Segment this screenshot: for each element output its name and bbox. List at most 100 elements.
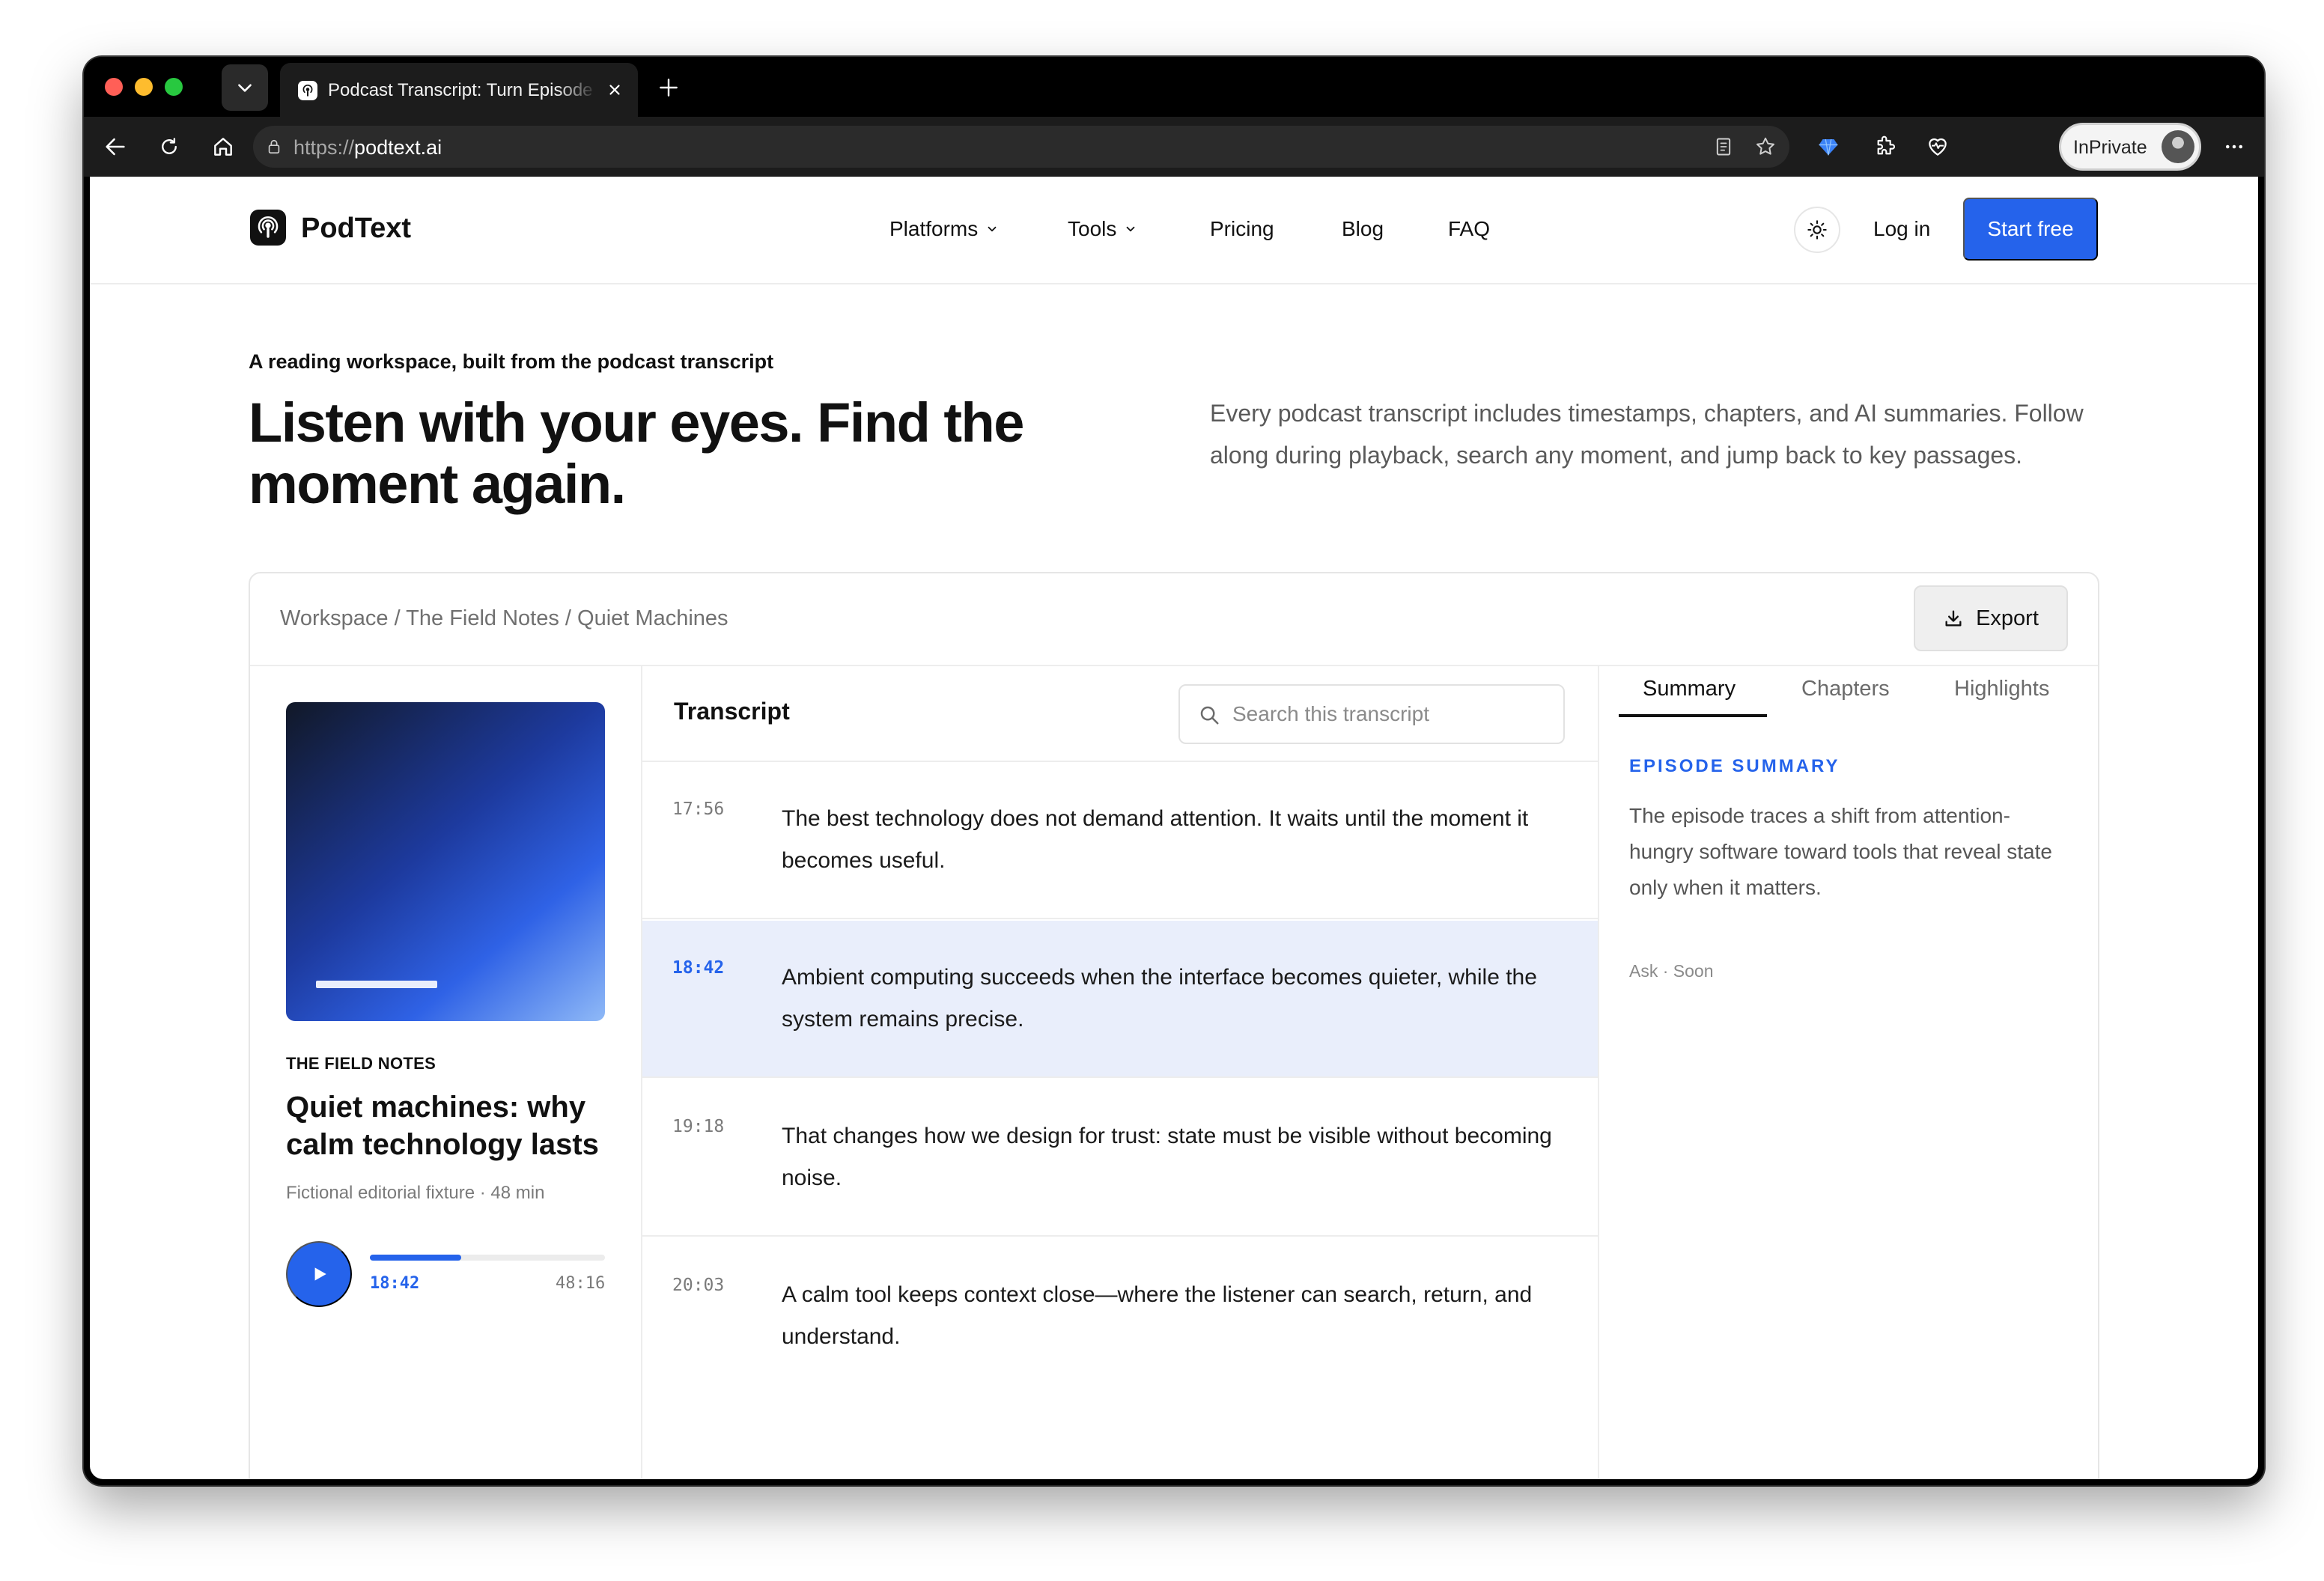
more-dots-icon — [2226, 144, 2242, 149]
favorite-button[interactable] — [1750, 132, 1780, 162]
blue-gem-icon — [1819, 138, 1838, 156]
active-tab-indicator — [1619, 714, 1767, 717]
segment-text: A calm tool keeps context close—where th… — [782, 1282, 1533, 1349]
export-button[interactable]: Export — [1914, 585, 2068, 651]
segment-timestamp[interactable]: 20:03 — [672, 1276, 724, 1295]
insights-panel: Summary Chapters Highlights EPISODE SUMM… — [1599, 666, 2101, 1479]
tab-title: Podcast Transcript: Turn Episode — [328, 80, 593, 100]
segment-timestamp[interactable]: 19:18 — [672, 1117, 724, 1136]
segment-text: That changes how we design for trust: st… — [782, 1124, 1552, 1190]
show-name: THE FIELD NOTES — [286, 1054, 436, 1073]
lock-icon[interactable] — [264, 136, 285, 157]
play-button[interactable] — [286, 1241, 352, 1307]
workspace-card: Workspace / The Field Notes / Quiet Mach… — [249, 572, 2099, 1479]
chevron-down-icon — [1126, 226, 1135, 232]
tab-list-button[interactable] — [222, 64, 268, 111]
home-button[interactable] — [208, 132, 238, 162]
browser-essentials-button[interactable] — [1923, 132, 1953, 162]
start-free-button[interactable]: Start free — [1963, 198, 2098, 261]
browser-tab-active[interactable]: Podcast Transcript: Turn Episode — [280, 63, 638, 117]
star-icon — [1756, 137, 1774, 155]
profile-avatar-icon — [2162, 130, 2194, 163]
reload-button[interactable] — [154, 132, 184, 162]
transcript-search-input[interactable] — [1232, 696, 1554, 732]
segment-timestamp[interactable]: 17:56 — [672, 799, 724, 819]
ask-soon-note: Ask · Soon — [1629, 961, 1714, 981]
back-button[interactable] — [100, 132, 130, 162]
breadcrumb[interactable]: Workspace / The Field Notes / Quiet Mach… — [280, 606, 728, 631]
heart-pulse-icon — [1929, 138, 1947, 156]
browser-titlebar: Podcast Transcript: Turn Episode — [84, 57, 2264, 117]
login-link[interactable]: Log in — [1873, 217, 1930, 241]
zoom-window-button[interactable] — [165, 78, 183, 96]
minimize-window-button[interactable] — [135, 78, 153, 96]
nav-faq[interactable]: FAQ — [1448, 217, 1490, 241]
transcript-segment[interactable]: 20:03 A calm tool keeps context close—wh… — [642, 1238, 1598, 1395]
segment-timestamp[interactable]: 18:42 — [672, 958, 724, 978]
inprivate-profile-button[interactable]: InPrivate — [2059, 123, 2201, 171]
playback-progress-bar[interactable] — [370, 1255, 605, 1261]
extensions-button[interactable] — [1870, 132, 1900, 162]
plus-icon — [660, 79, 678, 97]
page-viewport: PodText Platforms Tools Pricing Blog FAQ — [90, 177, 2258, 1479]
site-header: PodText Platforms Tools Pricing Blog FAQ — [90, 177, 2258, 284]
total-time: 48:16 — [556, 1274, 606, 1293]
chevron-down-icon — [238, 84, 252, 92]
transcript-segment[interactable]: 19:18 That changes how we design for tru… — [642, 1079, 1598, 1237]
close-tab-icon[interactable] — [603, 79, 626, 101]
search-icon — [1200, 706, 1219, 725]
url-text: https://podtext.ai — [293, 136, 442, 159]
close-window-button[interactable] — [105, 78, 123, 96]
hero-description: Every podcast transcript includes timest… — [1210, 400, 2084, 469]
home-icon — [214, 138, 232, 156]
transcript-panel: Transcript 17:56 The best technology doe… — [642, 666, 1599, 1479]
url-host: podtext.ai — [354, 136, 442, 159]
podtext-logo-icon[interactable] — [250, 210, 286, 246]
episode-cover-art — [286, 702, 605, 1021]
cover-decoration-bar — [316, 981, 437, 988]
episode-meta: Fictional editorial fixture · 48 min — [286, 1183, 545, 1203]
export-label: Export — [1976, 606, 2039, 630]
site-logo-text[interactable]: PodText — [301, 213, 411, 245]
reload-icon — [162, 138, 177, 154]
reading-view-button[interactable] — [1709, 132, 1739, 162]
url-protocol: https:// — [293, 136, 355, 159]
summary-text: The episode traces a shift from attentio… — [1629, 804, 2052, 899]
nav-platforms-label: Platforms — [889, 217, 979, 240]
summary-label: EPISODE SUMMARY — [1629, 756, 1840, 776]
current-time: 18:42 — [370, 1274, 420, 1293]
transcript-segment-active[interactable]: 18:42 Ambient computing succeeds when th… — [642, 921, 1598, 1078]
tab-chapters[interactable]: Chapters — [1801, 677, 1890, 716]
nav-tools[interactable]: Tools — [1068, 217, 1137, 241]
play-icon — [314, 1267, 326, 1281]
browser-window: Podcast Transcript: Turn Episode https:/… — [84, 57, 2264, 1485]
hero-title: Listen with your eyes. Find the moment a… — [249, 392, 1024, 515]
nav-blog[interactable]: Blog — [1342, 217, 1384, 241]
theme-toggle-button[interactable] — [1794, 207, 1840, 253]
episode-title: Quiet machines: why calm technology last… — [286, 1091, 599, 1161]
address-bar[interactable]: https://podtext.ai — [253, 126, 1789, 168]
tab-highlights[interactable]: Highlights — [1954, 677, 2049, 716]
nav-pricing[interactable]: Pricing — [1210, 217, 1274, 241]
sun-icon — [1807, 220, 1827, 240]
extension-gem-button[interactable] — [1813, 132, 1843, 162]
download-icon — [1945, 610, 1962, 627]
nav-platforms[interactable]: Platforms — [889, 217, 999, 241]
playback-progress-fill — [370, 1255, 462, 1261]
episode-panel: THE FIELD NOTES Quiet machines: why calm… — [250, 666, 642, 1479]
settings-more-button[interactable] — [2219, 132, 2249, 162]
transcript-title: Transcript — [674, 698, 790, 725]
transcript-search[interactable] — [1178, 684, 1565, 744]
nav-tools-label: Tools — [1068, 217, 1117, 240]
new-tab-button[interactable] — [651, 70, 686, 105]
tab-summary[interactable]: Summary — [1643, 677, 1736, 716]
segment-text: The best technology does not demand atte… — [782, 806, 1529, 873]
chevron-down-icon — [988, 226, 997, 232]
back-arrow-icon — [106, 138, 125, 156]
reading-view-icon — [1716, 138, 1731, 156]
transcript-segment[interactable]: 17:56 The best technology does not deman… — [642, 762, 1598, 919]
browser-toolbar: https://podtext.ai InPrivate — [84, 117, 2264, 177]
segment-text: Ambient computing succeeds when the inte… — [782, 965, 1537, 1032]
puzzle-icon — [1877, 135, 1895, 155]
inprivate-label: InPrivate — [2073, 137, 2147, 158]
